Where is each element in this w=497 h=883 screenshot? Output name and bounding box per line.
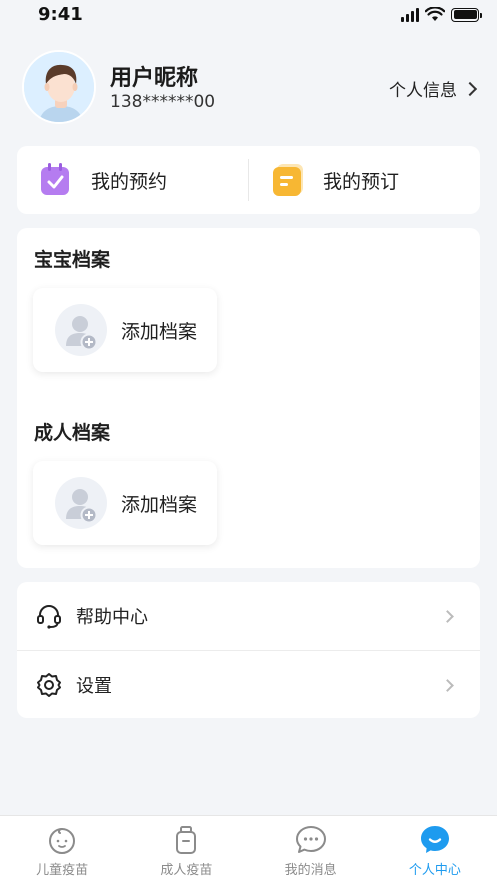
chevron-right-icon xyxy=(441,678,454,692)
tab-children-vaccine[interactable]: 儿童疫苗 xyxy=(0,816,124,883)
tab-adult-vaccine[interactable]: 成人疫苗 xyxy=(124,816,248,883)
headset-icon xyxy=(37,605,61,629)
avatar-face-icon xyxy=(24,52,94,122)
tab-personal-center[interactable]: 个人中心 xyxy=(373,816,497,883)
my-orders-label: 我的预订 xyxy=(323,170,400,193)
settings-menu-card: 帮助中心 设置 xyxy=(17,582,480,718)
nickname: 用户昵称 xyxy=(110,66,199,91)
bottom-tab-bar: 儿童疫苗 成人疫苗 我的消息 个人中心 xyxy=(0,815,497,883)
baby-face-icon xyxy=(49,828,76,854)
add-baby-archive-button[interactable]: 添加档案 xyxy=(33,288,217,372)
profile-smile-icon xyxy=(420,826,449,853)
calendar-check-icon xyxy=(41,163,69,195)
add-adult-archive-button[interactable]: 添加档案 xyxy=(33,461,217,545)
add-person-icon xyxy=(55,304,107,356)
tab-my-messages-label: 我的消息 xyxy=(284,863,337,878)
personal-info-link[interactable]: 个人信息 xyxy=(389,76,478,101)
baby-archive-title: 宝宝档案 xyxy=(34,249,111,271)
tab-children-vaccine-label: 儿童疫苗 xyxy=(36,863,89,878)
add-person-icon xyxy=(55,477,107,529)
menu-item-help-center[interactable]: 帮助中心 xyxy=(17,582,480,650)
tab-personal-center-label: 个人中心 xyxy=(408,863,461,878)
quick-actions-card: 我的预约 我的预订 xyxy=(17,146,480,214)
status-time: 9:41 xyxy=(38,4,83,25)
adult-archive-title: 成人档案 xyxy=(34,422,111,444)
add-adult-archive-label: 添加档案 xyxy=(121,493,198,516)
help-center-label: 帮助中心 xyxy=(76,607,148,628)
menu-item-settings[interactable]: 设置 xyxy=(17,651,480,719)
chat-bubble-icon xyxy=(295,826,326,853)
my-appointments-label: 我的预约 xyxy=(91,170,168,193)
battery-icon xyxy=(451,7,482,22)
vaccine-bottle-icon xyxy=(176,826,197,854)
my-appointments-button[interactable]: 我的预约 xyxy=(17,146,248,214)
status-icons xyxy=(401,7,482,22)
chevron-right-icon xyxy=(462,81,478,96)
chevron-right-icon xyxy=(441,609,454,623)
wifi-icon xyxy=(425,7,445,21)
profile-header: 用户昵称 138******00 个人信息 xyxy=(22,50,478,126)
tab-adult-vaccine-label: 成人疫苗 xyxy=(160,863,213,878)
archives-card: 宝宝档案 添加档案 成人档案 添加档案 xyxy=(17,228,480,568)
my-orders-button[interactable]: 我的预订 xyxy=(249,146,480,214)
gear-icon xyxy=(37,673,61,697)
phone-number: 138******00 xyxy=(110,92,216,112)
order-note-icon xyxy=(273,164,303,196)
personal-info-label: 个人信息 xyxy=(389,81,457,101)
settings-label: 设置 xyxy=(76,676,112,697)
tab-my-messages[interactable]: 我的消息 xyxy=(249,816,373,883)
status-bar: 9:41 xyxy=(0,0,497,30)
avatar[interactable] xyxy=(22,50,96,124)
signal-icon xyxy=(401,7,419,22)
add-baby-archive-label: 添加档案 xyxy=(121,320,198,343)
